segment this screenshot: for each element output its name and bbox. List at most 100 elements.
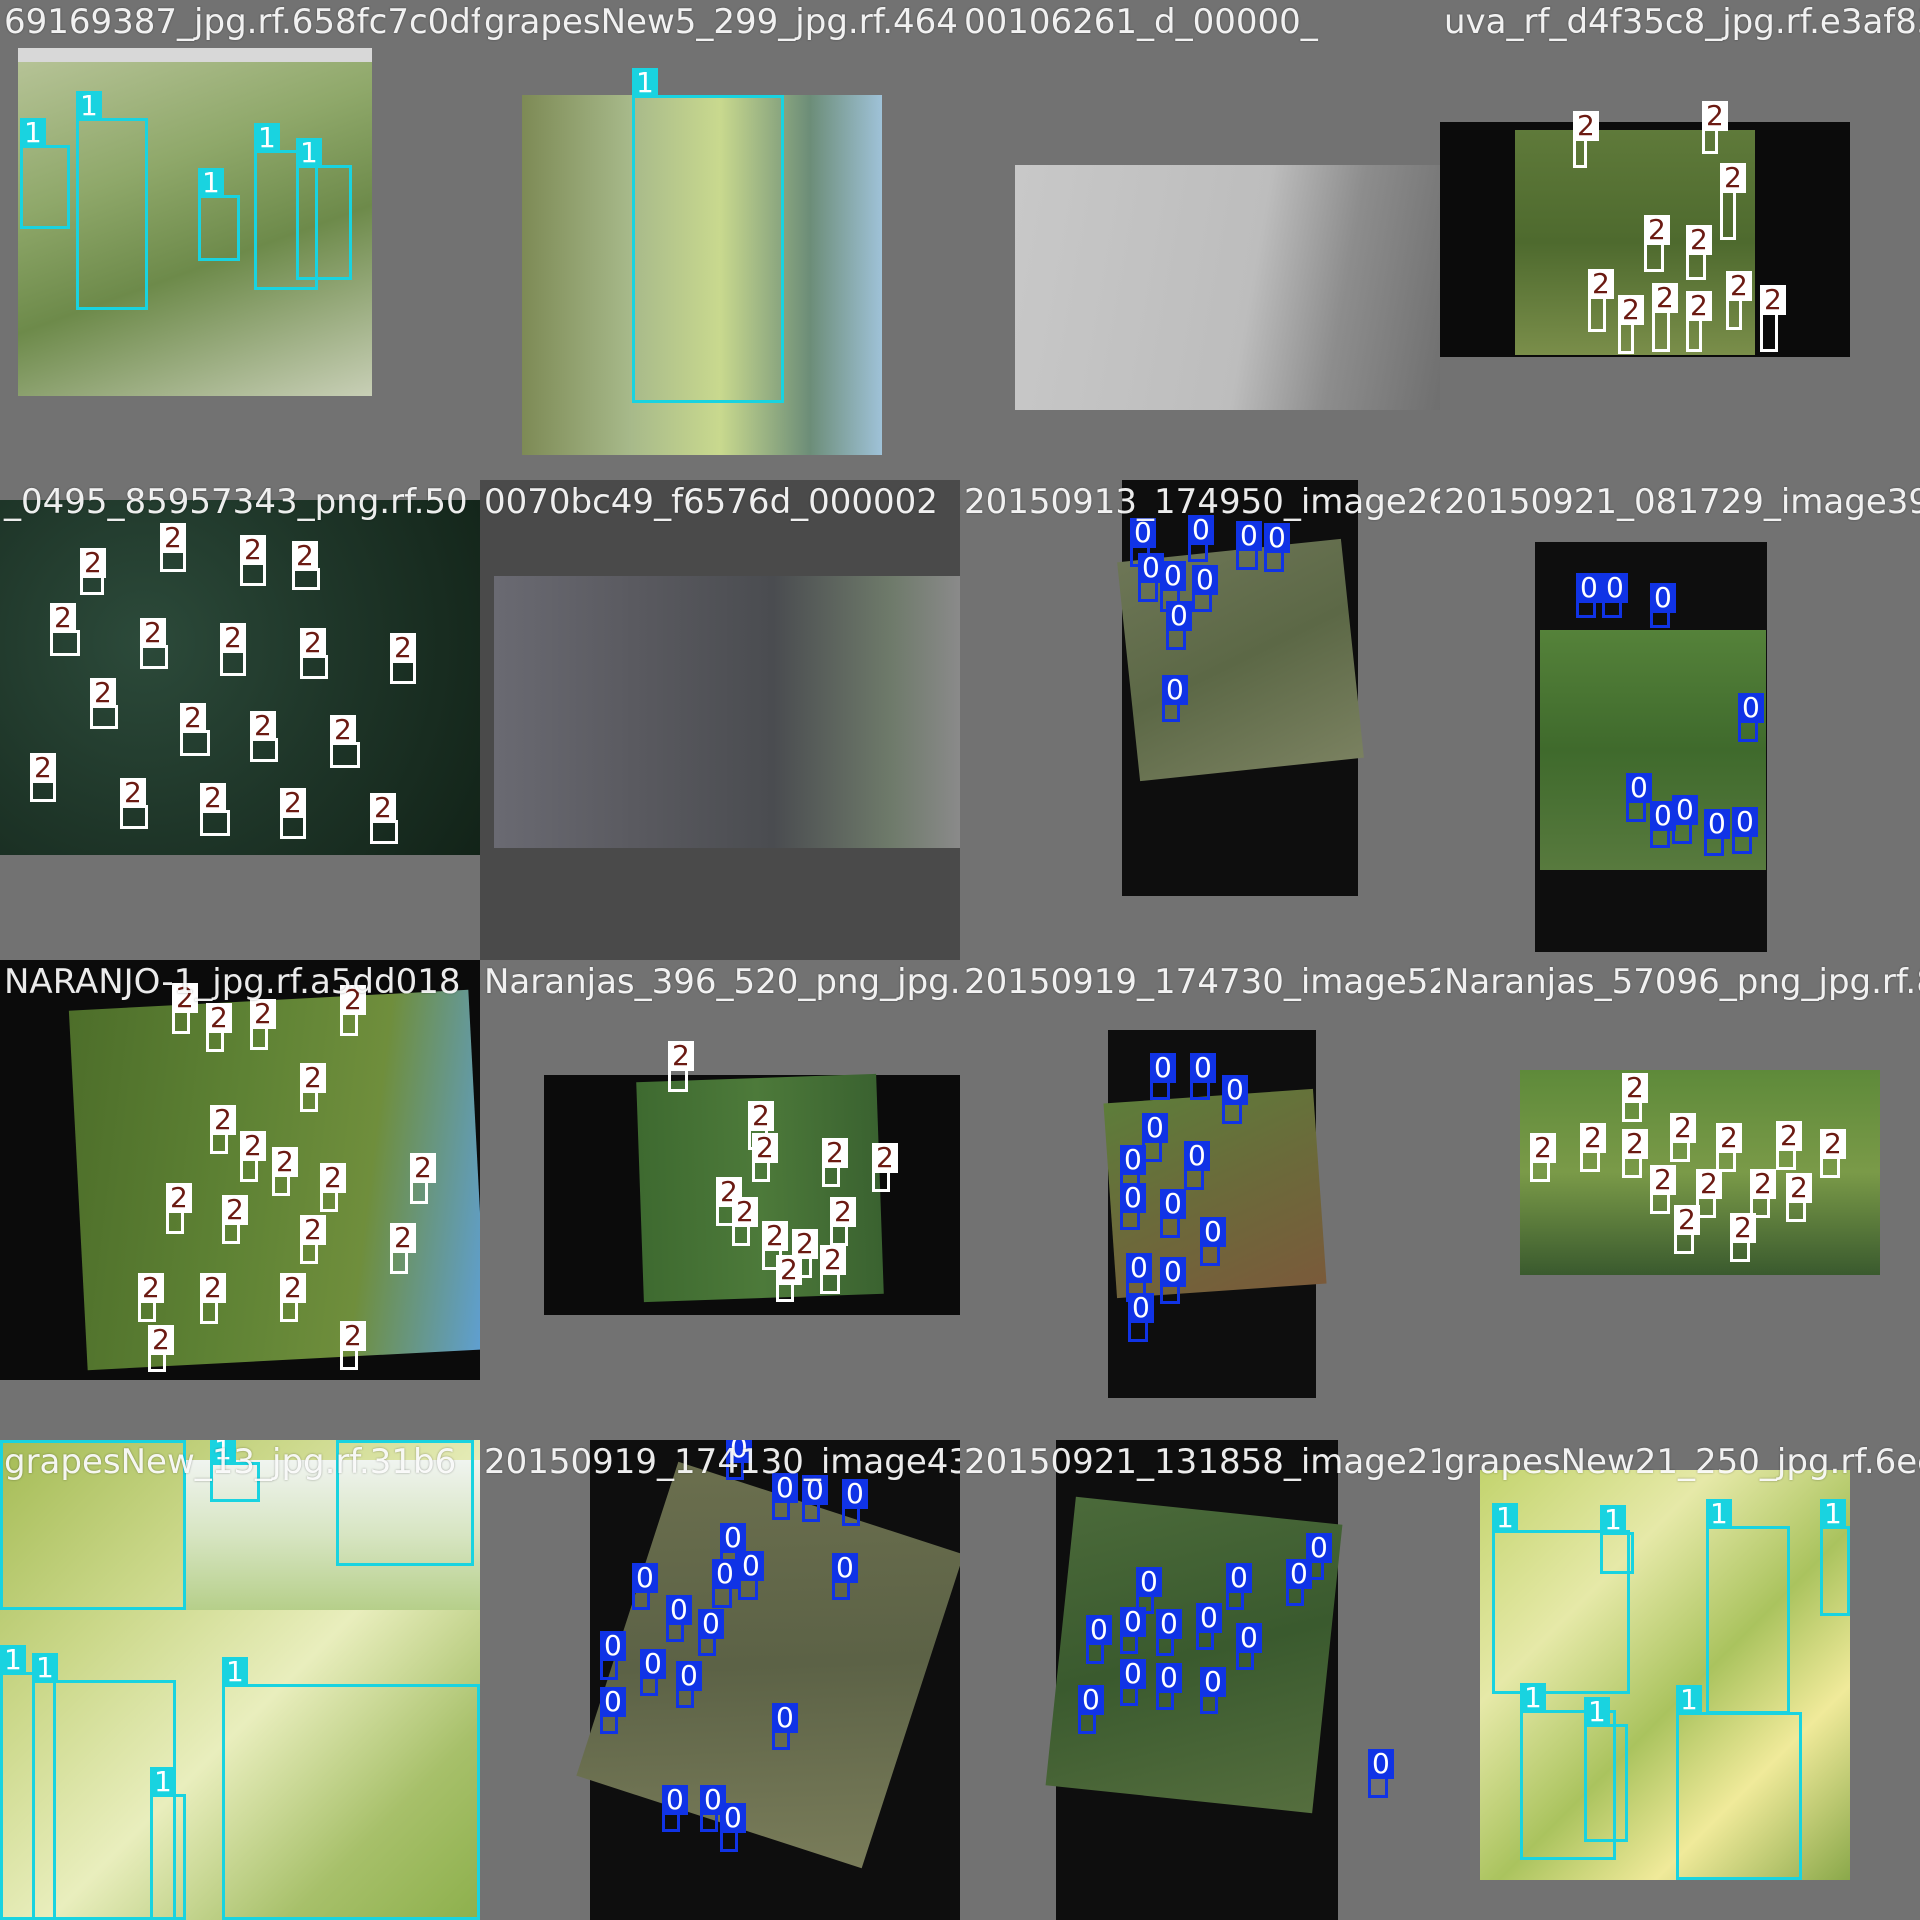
tile-0: 1 1 1 1 1 69169387_jpg.rf.658fc7c0df xyxy=(0,0,480,480)
detection-label: 0 xyxy=(720,1803,746,1833)
detection-box: 2 xyxy=(120,778,148,829)
detection-box: 0 xyxy=(1184,1141,1210,1190)
detection-label: 0 xyxy=(1190,1053,1216,1083)
detection-label: 0 xyxy=(1184,1141,1210,1171)
detection-label: 2 xyxy=(1750,1169,1776,1199)
detection-box: 2 xyxy=(330,715,360,768)
detection-label: 0 xyxy=(1196,1603,1222,1633)
detection-label: 0 xyxy=(1732,807,1758,837)
detection-label: 2 xyxy=(1786,1173,1812,1203)
detection-label: 0 xyxy=(676,1661,702,1691)
detection-label: 0 xyxy=(1200,1667,1226,1697)
tile-filename: 20150921_081729_image39 xyxy=(1444,482,1920,522)
detection-label: 0 xyxy=(1576,573,1602,603)
detection-box: 2 xyxy=(50,603,80,656)
detection-box: 0 xyxy=(600,1631,626,1680)
detection-box: 0 xyxy=(1120,1607,1146,1654)
tile-filename: _0495_85957343_png.rf.50 xyxy=(4,482,468,522)
detection-box: 2 xyxy=(390,1223,416,1274)
detection-box: 2 xyxy=(160,523,186,572)
detection-box: 2 xyxy=(822,1138,848,1187)
tile-filename: Naranjas_396_520_png_jpg.rf.83 xyxy=(484,962,960,1002)
tile-14: 0 0 0 0 0 0 0 0 0 0 0 0 0 0 20150921_131… xyxy=(960,1440,1440,1920)
detection-box: 2 xyxy=(1686,291,1712,352)
detection-box: 0 xyxy=(1286,1559,1312,1606)
detection-box: 2 xyxy=(222,1195,248,1244)
detection-label: 0 xyxy=(1120,1183,1146,1213)
detection-box: 0 xyxy=(712,1559,738,1608)
detection-label: 2 xyxy=(330,715,356,745)
detection-box: 0 xyxy=(1120,1183,1146,1230)
detection-label: 2 xyxy=(280,788,306,818)
detection-label: 2 xyxy=(292,541,318,571)
detection-label: 2 xyxy=(120,778,146,808)
detection-label: 1 xyxy=(1676,1685,1702,1715)
detection-label: 1 xyxy=(1584,1697,1610,1727)
detection-label: 0 xyxy=(1156,1609,1182,1639)
detection-box: 2 xyxy=(1720,163,1746,240)
detection-box: 2 xyxy=(220,623,246,676)
detection-label: 2 xyxy=(1573,111,1599,141)
detection-label: 2 xyxy=(1670,1113,1696,1143)
detection-box: 2 xyxy=(320,1163,346,1212)
detection-box: 0 xyxy=(1236,521,1262,570)
tile-image xyxy=(1015,165,1440,410)
detection-box: 2 xyxy=(1726,271,1752,330)
detection-label: 2 xyxy=(160,523,186,553)
detection-label: 0 xyxy=(1136,1567,1162,1597)
detection-box: 1 xyxy=(1676,1685,1802,1880)
detection-box: 0 xyxy=(802,1475,828,1522)
detection-box: 1 xyxy=(198,168,240,261)
detection-box: 0 xyxy=(1156,1609,1182,1656)
detection-box: 2 xyxy=(166,1183,192,1234)
detection-box: 0 xyxy=(1602,573,1628,618)
detection-label: 1 xyxy=(1492,1503,1518,1533)
detection-box: 0 xyxy=(1576,573,1602,618)
detection-box: 1 xyxy=(296,138,352,280)
detection-box: 0 xyxy=(1704,809,1730,856)
detection-box: 2 xyxy=(1580,1123,1606,1172)
detection-box: 1 xyxy=(20,118,70,229)
tile-11: 2 2 2 2 2 2 2 2 2 2 2 2 2 2 Naranjas_570… xyxy=(1440,960,1920,1440)
detection-box: 0 xyxy=(1160,1189,1186,1238)
detection-label: 1 xyxy=(150,1767,176,1797)
detection-label: 2 xyxy=(1588,269,1614,299)
detection-box: 0 xyxy=(1166,601,1192,650)
tile-12: 1 1 1 1 1 1 1 grapesNew_13_jpg.rf.31b6 xyxy=(0,1440,480,1920)
detection-label: 0 xyxy=(738,1551,764,1581)
detection-box: 0 xyxy=(1738,693,1764,742)
detection-label: 0 xyxy=(1368,1749,1394,1779)
detection-label: 2 xyxy=(390,633,416,663)
detection-box: 0 xyxy=(1368,1749,1394,1798)
detection-box: 2 xyxy=(1730,1213,1756,1262)
detection-label: 0 xyxy=(1120,1659,1146,1689)
detection-label: 0 xyxy=(1286,1559,1312,1589)
detection-label: 2 xyxy=(280,1273,306,1303)
detection-label: 2 xyxy=(1730,1213,1756,1243)
tile-1: 1 grapesNew5_299_jpg.rf.464 xyxy=(480,0,960,480)
detection-box: 2 xyxy=(272,1147,298,1196)
detection-box: 2 xyxy=(280,788,306,839)
detection-label: 2 xyxy=(1776,1121,1802,1151)
tile-13: 0 0 0 0 0 0 0 0 0 0 0 0 0 0 0 0 0 0 0 20… xyxy=(480,1440,960,1920)
detection-box: 0 xyxy=(842,1479,868,1526)
detection-label: 1 xyxy=(1520,1683,1546,1713)
tile-9: 2 2 2 2 2 2 2 2 2 2 2 2 Naranjas_396_520… xyxy=(480,960,960,1440)
detection-label: 1 xyxy=(1706,1499,1732,1529)
detection-box: 0 xyxy=(1150,1053,1176,1100)
detection-label: 2 xyxy=(1716,1123,1742,1153)
tile-filename: grapesNew_13_jpg.rf.31b6 xyxy=(4,1442,457,1482)
detection-label: 2 xyxy=(272,1147,298,1177)
detection-label: 2 xyxy=(1618,295,1644,325)
detection-box: 2 xyxy=(1622,1073,1648,1122)
detection-box: 2 xyxy=(300,1215,326,1264)
detection-label: 1 xyxy=(254,123,280,153)
detection-box: 0 xyxy=(1626,773,1652,822)
detection-box: 0 xyxy=(1078,1685,1104,1734)
detection-box: 1 xyxy=(76,91,148,310)
detection-box: 0 xyxy=(600,1687,626,1734)
detection-label: 2 xyxy=(370,793,396,823)
detection-box: 2 xyxy=(1776,1121,1802,1170)
detection-box: 1 xyxy=(222,1657,480,1920)
detection-label: 0 xyxy=(1738,693,1764,723)
